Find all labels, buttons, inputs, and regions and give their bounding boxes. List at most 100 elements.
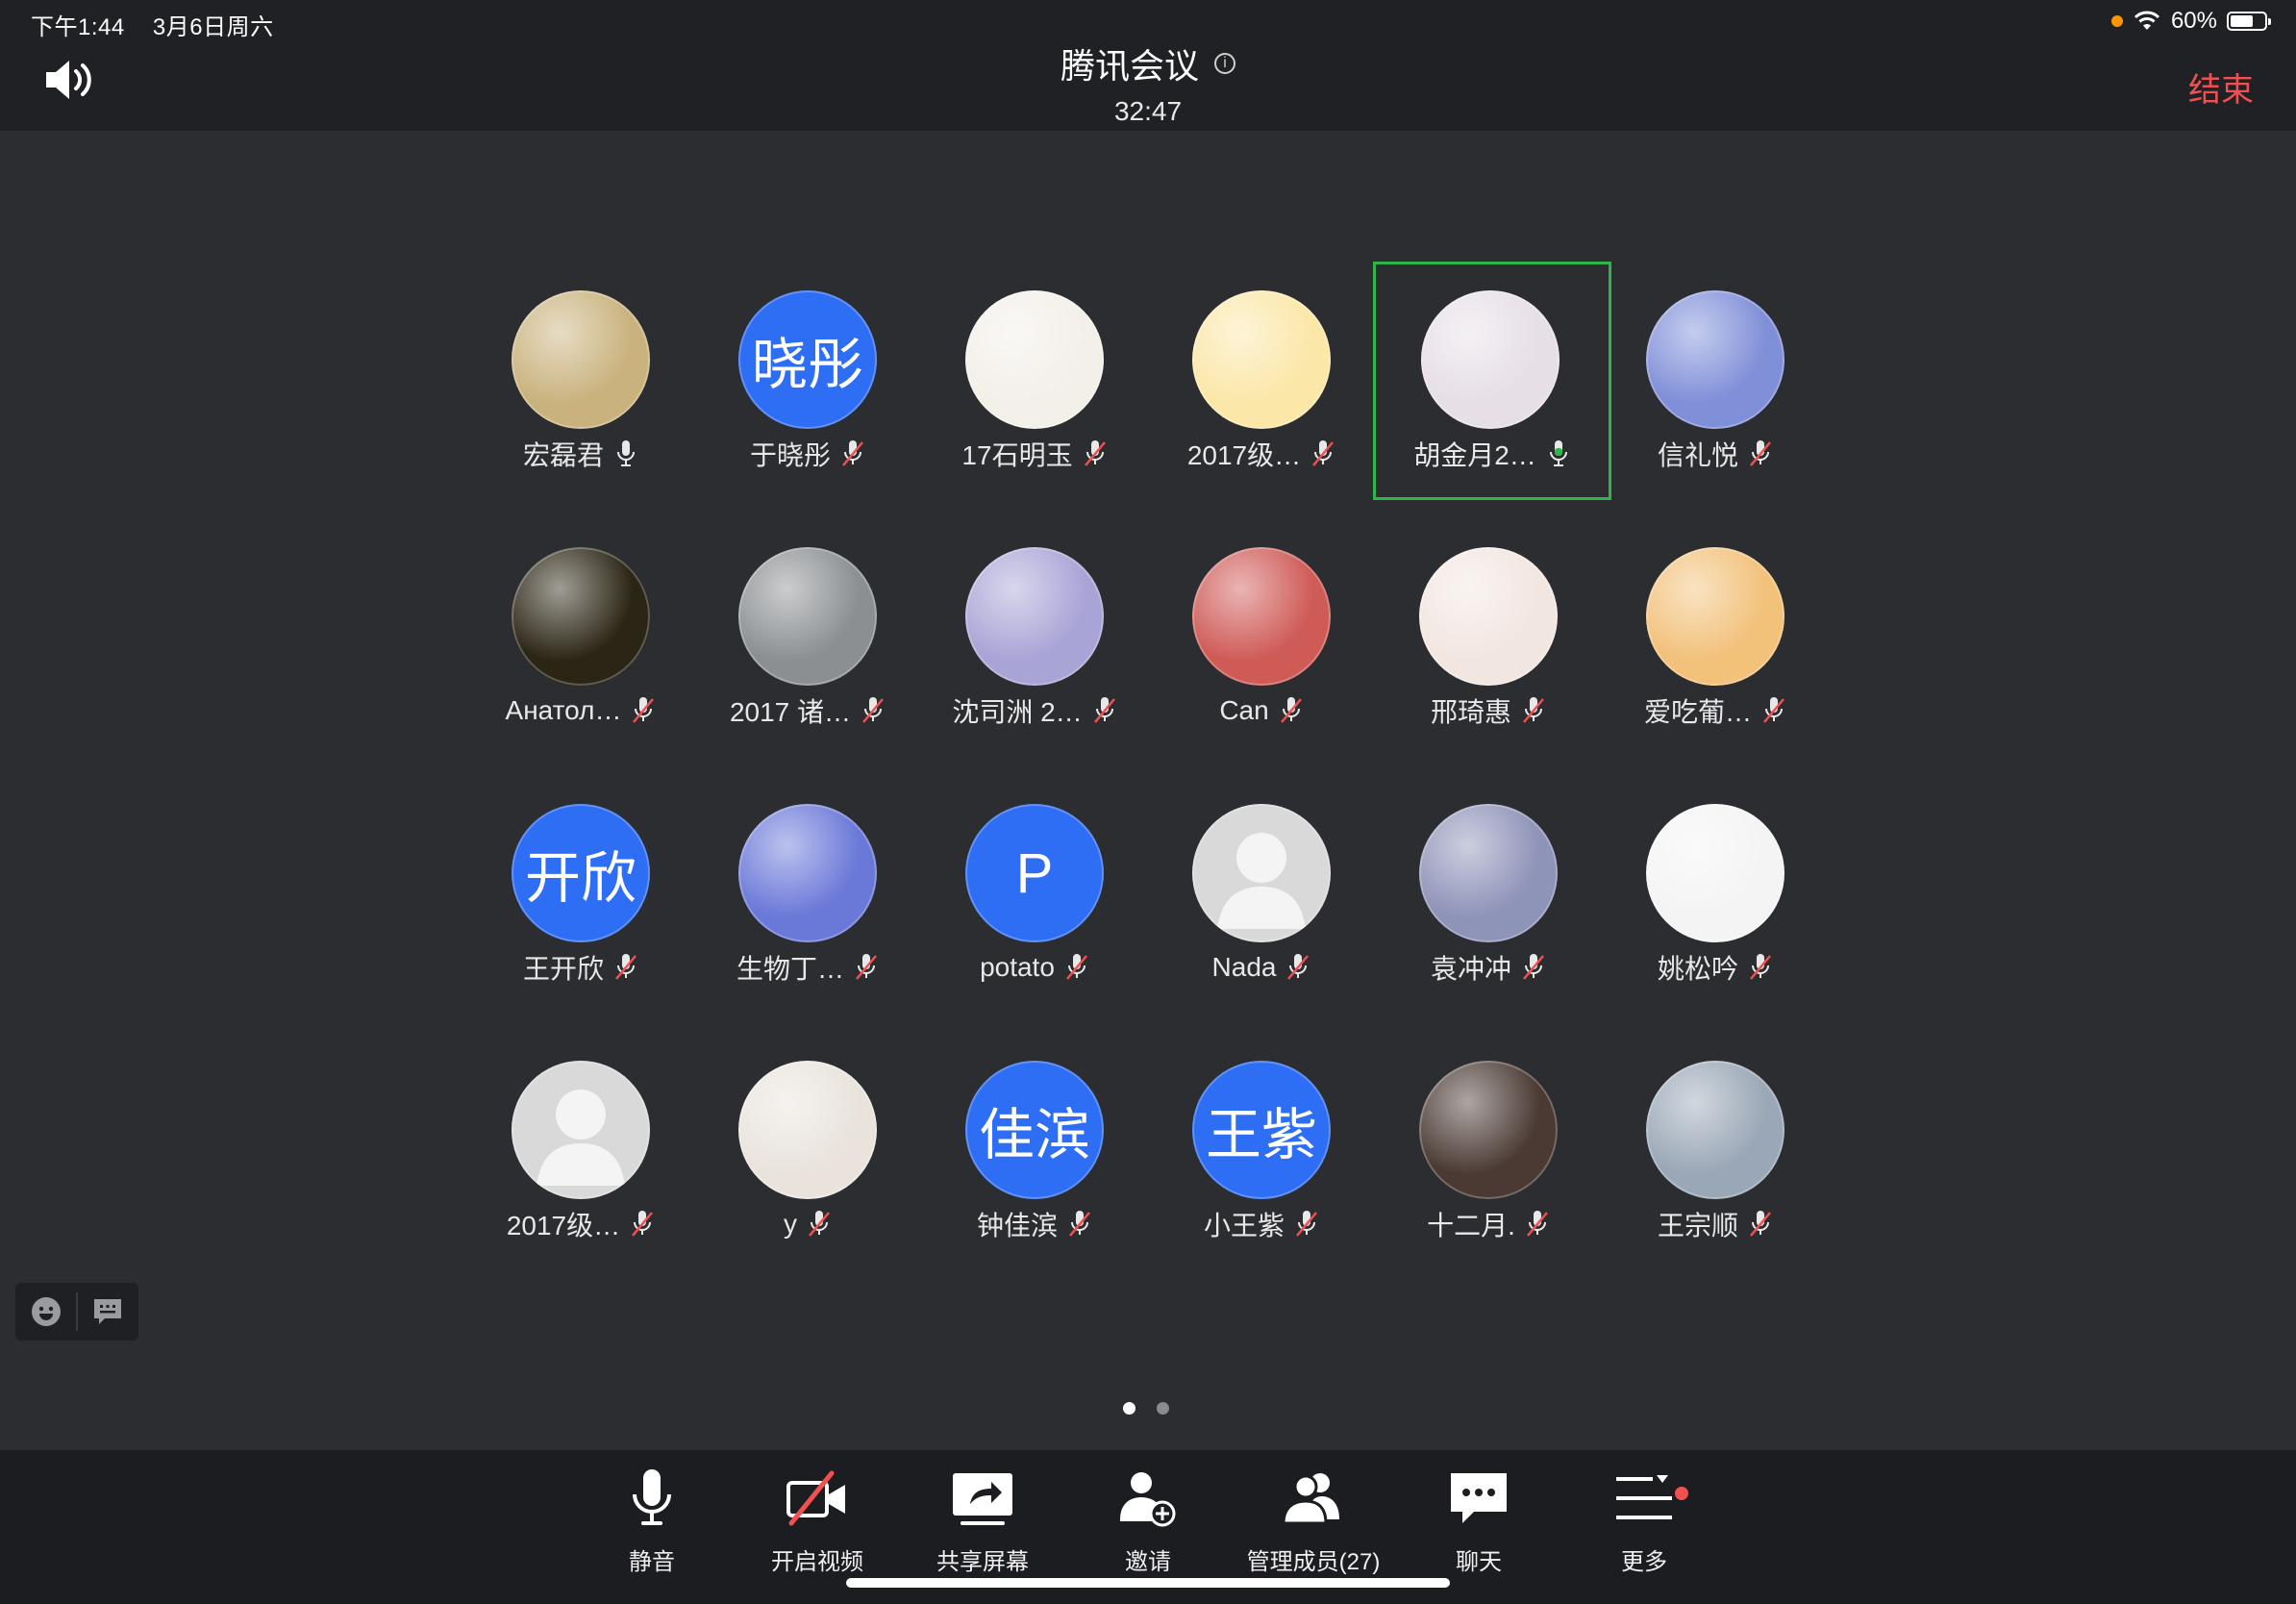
participant-name: 沈司洲 2…: [952, 697, 1083, 727]
mic-muted-icon: [1083, 439, 1108, 469]
participant-name: 于晓彤: [749, 440, 831, 470]
info-icon[interactable]: i: [1214, 53, 1235, 74]
participant-tile[interactable]: y: [694, 1030, 921, 1287]
manage-members-button[interactable]: 管理成员(27): [1246, 1466, 1381, 1576]
emoji-button[interactable]: [15, 1283, 76, 1341]
battery-percent: 60%: [2170, 8, 2217, 34]
participant-tile[interactable]: 十二月.: [1375, 1030, 1602, 1287]
status-time: 下午1:44: [31, 14, 125, 40]
mute-button[interactable]: 静音: [585, 1466, 719, 1576]
status-date: 3月6日周六: [152, 14, 274, 40]
participant-name-row: 于晓彤: [694, 435, 921, 473]
participant-name: 2017级…: [1186, 440, 1302, 470]
default-avatar-icon: [1192, 804, 1331, 942]
participant-tile[interactable]: 2017 诸…: [694, 516, 921, 773]
participant-tile[interactable]: 袁冲冲: [1375, 773, 1602, 1030]
participant-tile[interactable]: 开欣 王开欣: [467, 773, 694, 1030]
mic-muted-icon: [840, 439, 865, 469]
page-dot-1[interactable]: [1123, 1402, 1136, 1415]
avatar-photo: [738, 804, 877, 942]
participant-tile[interactable]: 王紫 小王紫: [1148, 1030, 1375, 1287]
participant-tile[interactable]: 沈司洲 2…: [921, 516, 1148, 773]
more-button[interactable]: 更多: [1577, 1466, 1711, 1576]
avatar-photo: [1646, 804, 1784, 942]
reaction-bar: [15, 1283, 138, 1341]
meeting-title[interactable]: 腾讯会议 i: [1061, 38, 1235, 88]
avatar-photo: [1646, 547, 1784, 686]
participant-name: Анатол…: [505, 695, 622, 725]
participant-tile[interactable]: 佳滨钟佳滨: [921, 1030, 1148, 1287]
participant-name: 17石明玉: [961, 440, 1073, 470]
participant-tile[interactable]: Can: [1148, 516, 1375, 773]
barrage-button[interactable]: [78, 1283, 138, 1341]
chat-label: 聊天: [1456, 1549, 1502, 1575]
participant-name-row: Анатол…: [467, 691, 694, 730]
chat-button[interactable]: 聊天: [1411, 1466, 1546, 1576]
participant-tile[interactable]: Ppotato: [921, 773, 1148, 1030]
mic-muted-icon: [1310, 439, 1335, 469]
participant-tile[interactable]: 姚松吟: [1602, 773, 1829, 1030]
participant-name-row: 袁冲冲: [1375, 948, 1602, 987]
avatar-photo: [965, 290, 1104, 429]
invite-button[interactable]: 邀请: [1081, 1466, 1215, 1576]
start-video-button[interactable]: 开启视频: [750, 1466, 885, 1576]
avatar-initials: P: [965, 804, 1104, 942]
avatar-photo: [512, 547, 650, 686]
avatar-initials: 晓彤: [738, 290, 877, 429]
participant-name: Can: [1219, 695, 1269, 725]
participant-name-row: 2017级…: [1148, 435, 1375, 473]
mic-muted-icon: [1748, 1209, 1773, 1240]
mic-on-icon: [613, 439, 638, 469]
participant-name: 生物丁…: [736, 954, 844, 984]
participant-name: 邢琦惠: [1430, 697, 1511, 727]
participant-name-row: 沈司洲 2…: [921, 691, 1148, 730]
participant-tile[interactable]: 宏磊君: [467, 260, 694, 516]
page-dot-2[interactable]: [1157, 1402, 1169, 1415]
participant-name-row: 十二月.: [1375, 1205, 1602, 1243]
participant-name-row: 信礼悦: [1602, 435, 1829, 473]
participant-tile[interactable]: 17石明玉: [921, 260, 1148, 516]
participant-tile[interactable]: Nada: [1148, 773, 1375, 1030]
participant-tile[interactable]: 胡金月2…: [1373, 262, 1611, 500]
participant-name: 胡金月2…: [1413, 440, 1536, 470]
manage-members-label: 管理成员(27): [1246, 1549, 1381, 1575]
participant-tile[interactable]: 爱吃葡…: [1602, 516, 1829, 773]
top-bar: 下午1:44 3月6日周六 60% 腾讯会议 i 32:47 结束: [0, 0, 2296, 131]
participant-tile[interactable]: 信礼悦: [1602, 260, 1829, 516]
mic-muted-icon: [1285, 952, 1310, 983]
participant-name: 爱吃葡…: [1643, 697, 1752, 727]
participant-name-row: 爱吃葡…: [1602, 691, 1829, 730]
emoji-icon: [31, 1297, 61, 1326]
meeting-timer: 32:47: [1113, 96, 1183, 126]
participant-name: 钟佳滨: [976, 1211, 1058, 1241]
participant-name: 王宗顺: [1657, 1211, 1738, 1241]
participant-tile[interactable]: 2017级…: [1148, 260, 1375, 516]
invite-icon: [1120, 1472, 1176, 1527]
participant-name-row: 钟佳滨: [921, 1205, 1148, 1243]
mic-muted-icon: [1067, 1209, 1092, 1240]
participant-name: 小王紫: [1203, 1211, 1285, 1241]
more-icon: [1616, 1475, 1672, 1519]
mute-label: 静音: [629, 1549, 675, 1575]
start-video-label: 开启视频: [771, 1549, 863, 1575]
participant-name: y: [784, 1209, 797, 1239]
mic-muted-icon: [854, 952, 879, 983]
participant-tile[interactable]: 2017级…: [467, 1030, 694, 1287]
participant-tile[interactable]: 王宗顺: [1602, 1030, 1829, 1287]
participant-tile[interactable]: 生物丁…: [694, 773, 921, 1030]
avatar-photo: [1646, 290, 1784, 429]
participant-tile[interactable]: Анатол…: [467, 516, 694, 773]
avatar-initials: 佳滨: [965, 1061, 1104, 1199]
share-screen-button[interactable]: 共享屏幕: [915, 1466, 1050, 1576]
more-label: 更多: [1621, 1549, 1667, 1575]
end-meeting-button[interactable]: 结束: [2188, 63, 2254, 111]
meeting-header: 腾讯会议 i 32:47: [0, 38, 2296, 127]
share-screen-icon: [953, 1473, 1012, 1525]
avatar-photo: [1421, 290, 1560, 429]
participant-name-row: 生物丁…: [694, 948, 921, 987]
participant-name: 2017级…: [506, 1211, 621, 1241]
bottom-toolbar: 静音 开启视频 共享屏幕 邀请 管理成员(27) 聊天 更多: [0, 1450, 2296, 1604]
participant-tile[interactable]: 晓彤于晓彤: [694, 260, 921, 516]
participant-tile[interactable]: 邢琦惠: [1375, 516, 1602, 773]
status-bar-left: 下午1:44 3月6日周六: [31, 8, 295, 41]
